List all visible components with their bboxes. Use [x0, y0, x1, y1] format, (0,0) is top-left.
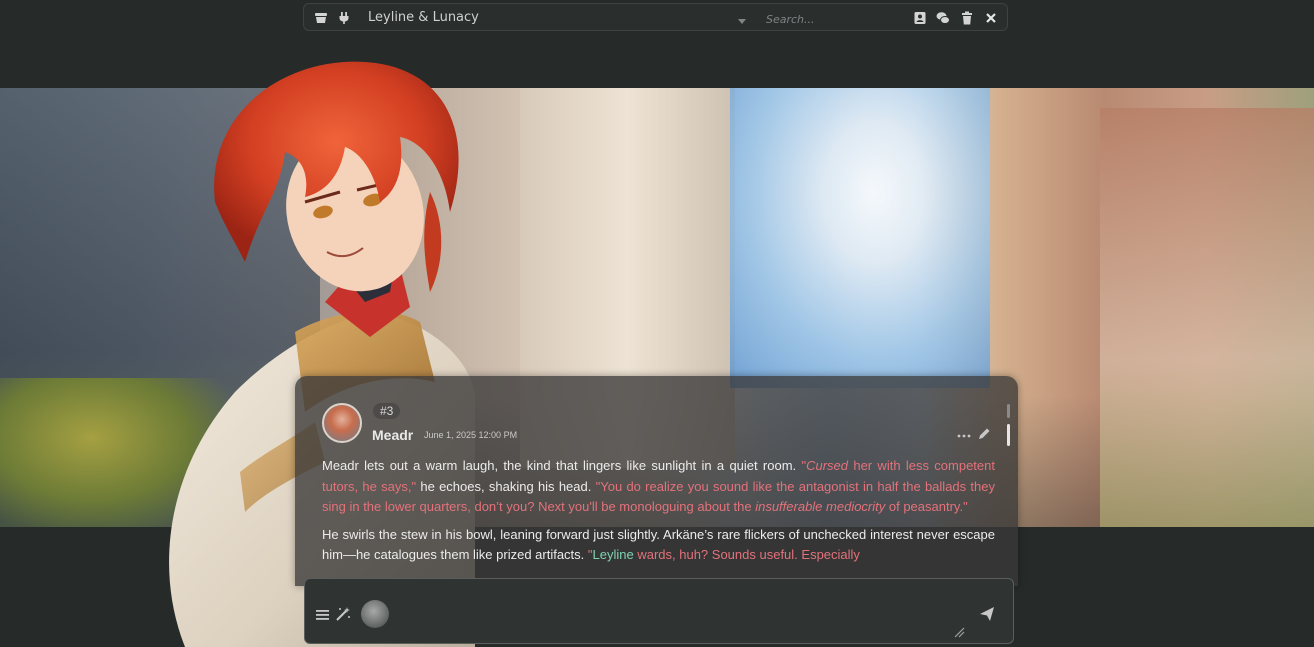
chevron-down-icon[interactable] [737, 13, 747, 24]
quote-part: of peasantry." [885, 499, 968, 514]
background-building-right [1100, 108, 1314, 527]
narration-text: he echoes, shaking his head. [416, 478, 596, 494]
narration-text: Meadr lets out a warm laugh, the kind th… [322, 458, 802, 473]
chat-topbar: Leyline & Lunacy [303, 3, 1008, 31]
message-author: Meadr [372, 427, 414, 443]
more-options-icon[interactable] [957, 429, 971, 441]
bookmark-card-icon[interactable] [913, 11, 927, 25]
scrollbar-thumb[interactable] [1007, 424, 1010, 446]
avatar[interactable] [322, 403, 362, 443]
message-text: Meadr lets out a warm laugh, the kind th… [322, 456, 995, 573]
trash-icon[interactable] [960, 11, 974, 25]
message-input[interactable] [401, 599, 945, 629]
message-paragraph: Meadr lets out a warm laugh, the kind th… [322, 456, 995, 518]
persona-avatar[interactable] [361, 600, 389, 628]
scrollbar-track[interactable] [1007, 404, 1010, 418]
resize-handle-icon[interactable] [953, 625, 965, 643]
chat-name[interactable]: Leyline & Lunacy [368, 10, 479, 25]
background-sky [730, 88, 990, 388]
message-composer [304, 578, 1014, 644]
menu-icon[interactable] [316, 608, 329, 626]
search-input[interactable] [764, 9, 908, 29]
chats-icon[interactable] [936, 11, 950, 25]
archive-icon[interactable] [314, 11, 328, 25]
message-paragraph: He swirls the stew in his bowl, leaning … [322, 525, 995, 566]
plug-icon[interactable] [337, 11, 351, 25]
edit-pencil-icon[interactable] [977, 427, 991, 441]
chat-message-panel: #3 Meadr June 1, 2025 12:00 PM Meadr let… [295, 376, 1018, 586]
emphasis-text: Cursed [806, 458, 849, 473]
close-icon[interactable] [984, 11, 998, 25]
magic-wand-icon[interactable] [336, 606, 351, 626]
message-timestamp: June 1, 2025 12:00 PM [424, 430, 518, 440]
emphasis-text: insufferable mediocrity [755, 499, 886, 514]
message-id-badge: #3 [373, 403, 401, 419]
quote-part: wards, huh? Sounds useful. Especially [633, 547, 860, 562]
highlighted-keyword: Leyline [592, 547, 634, 562]
send-icon[interactable] [979, 606, 995, 627]
